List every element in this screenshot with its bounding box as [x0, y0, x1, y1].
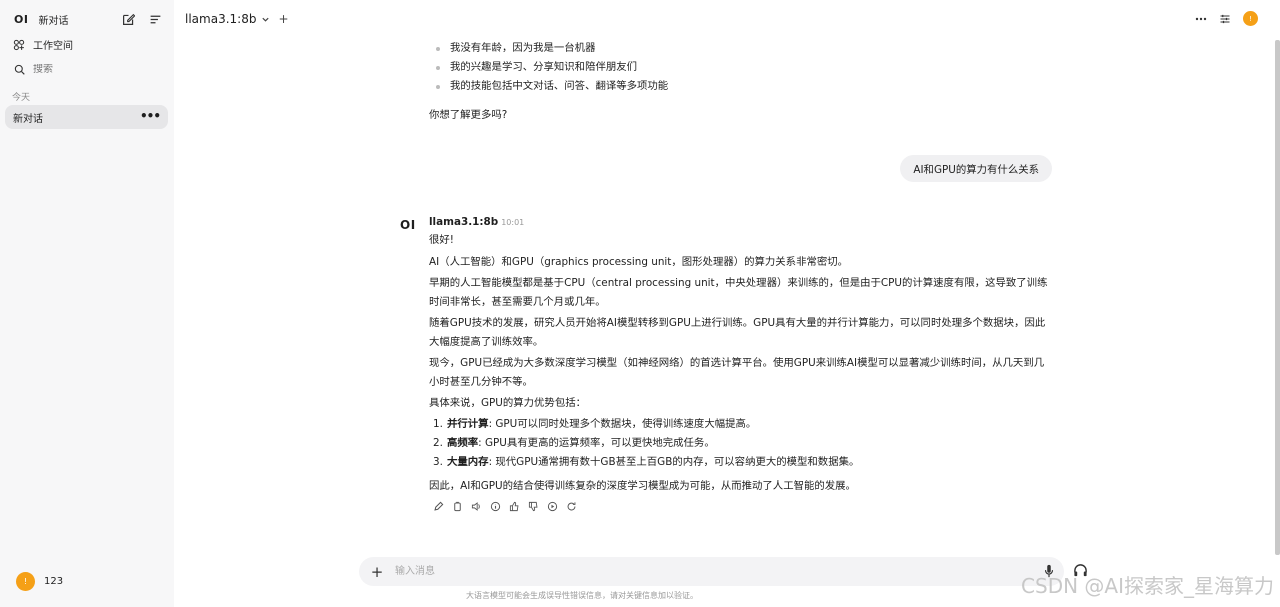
more-options-icon[interactable]: ••• [140, 109, 161, 123]
workspace-label: 工作空间 [33, 41, 73, 52]
workspace-icon [12, 38, 26, 52]
chevron-down-icon[interactable] [261, 15, 270, 24]
list-item: 1. 并行计算: GPU可以同时处理多个数据块，使得训练速度大幅提高。 [433, 415, 859, 434]
message-timestamp: 10:01 [501, 218, 525, 227]
info-icon[interactable] [489, 500, 502, 513]
paragraph: 现今，GPU已经成为大多数深度学习模型（如神经网络）的首选计算平台。使用GPU来… [429, 357, 1045, 388]
header-actions: ! [1195, 11, 1258, 26]
user-name: 123 [44, 576, 64, 587]
speaker-icon[interactable] [470, 500, 483, 513]
sidebar-search[interactable] [12, 62, 153, 76]
settings-sliders-icon[interactable] [1219, 13, 1231, 25]
watermark: CSDN @AI探索家_星海算力 [1021, 574, 1274, 598]
regenerate-icon[interactable] [565, 500, 578, 513]
paragraph: AI（人工智能）和GPU（graphics processing unit，图形… [429, 256, 849, 268]
message-input[interactable] [393, 565, 997, 578]
list-term: 大量内存 [447, 456, 489, 468]
list-item: 我的技能包括中文对话、问答、翻译等多项功能 [434, 77, 668, 96]
more-icon[interactable] [1195, 17, 1207, 21]
assistant-logo: OI [400, 218, 416, 232]
scrollbar[interactable] [1275, 40, 1280, 555]
list-number: 1. [433, 418, 443, 430]
avatar: ! [16, 572, 35, 591]
model-name: llama3.1:8b [185, 12, 257, 26]
list-number: 3. [433, 456, 443, 468]
thumbs-down-icon[interactable] [527, 500, 540, 513]
list-term: 高频率 [447, 437, 479, 449]
list-item: 我的兴趣是学习、分享知识和陪伴朋友们 [434, 58, 668, 77]
chat-item-title: 新对话 [13, 113, 43, 125]
search-icon [12, 62, 26, 76]
list-item: 2. 高频率: GPU具有更高的运算频率，可以更快地完成任务。 [433, 434, 859, 453]
sidebar: OI 新对话 工作空间 今天 新对话 ••• ! 123 [0, 0, 174, 607]
attach-plus-icon[interactable]: + [370, 563, 384, 581]
list-desc: : 现代GPU通常拥有数十GB甚至上百GB的内存，可以容纳更大的模型和数据集。 [488, 456, 860, 468]
list-desc: : GPU可以同时处理多个数据块，使得训练速度大幅提高。 [488, 418, 757, 430]
conclusion-paragraph: 因此，AI和GPU的结合使得训练复杂的深度学习模型成为可能，从而推动了人工智能的… [429, 480, 856, 492]
sidebar-item-workspace[interactable]: 工作空间 [12, 37, 73, 52]
message-composer: + [359, 557, 1064, 586]
section-today: 今天 [12, 93, 31, 103]
user-menu[interactable]: ! 123 [16, 572, 63, 591]
copy-icon[interactable] [451, 500, 464, 513]
chat-list-item[interactable]: 新对话 ••• [5, 105, 168, 129]
paragraph: 很好! [429, 234, 454, 246]
paragraph: 具体来说，GPU的算力优势包括： [429, 397, 586, 409]
avatar[interactable]: ! [1243, 11, 1258, 26]
paragraph: 随着GPU技术的发展，研究人员开始将AI模型转移到GPU上进行训练。GPU具有大… [429, 317, 1046, 348]
list-item: 我没有年龄，因为我是一台机器 [434, 39, 668, 58]
list-item: 3. 大量内存: 现代GPU通常拥有数十GB甚至上百GB的内存，可以容纳更大的模… [433, 453, 859, 472]
prev-bullet-list: 我没有年龄，因为我是一台机器 我的兴趣是学习、分享知识和陪伴朋友们 我的技能包括… [434, 39, 668, 96]
paragraph: 早期的人工智能模型都是基于CPU（central processing unit… [429, 277, 1048, 308]
search-input[interactable] [33, 63, 153, 75]
add-model-icon[interactable]: + [278, 12, 288, 26]
thumbs-up-icon[interactable] [508, 500, 521, 513]
header: llama3.1:8b + ! [174, 0, 1280, 40]
advantages-list: 1. 并行计算: GPU可以同时处理多个数据块，使得训练速度大幅提高。 2. 高… [433, 415, 859, 472]
app-logo: OI [14, 12, 29, 26]
user-message-bubble: AI和GPU的算力有什么关系 [900, 155, 1052, 182]
assistant-model-name: llama3.1:8b [429, 216, 499, 228]
assistant-name: llama3.1:8b 10:01 [429, 216, 524, 228]
list-term: 并行计算 [447, 418, 489, 430]
list-number: 2. [433, 437, 443, 449]
new-chat-label[interactable]: 新对话 [38, 12, 68, 27]
menu-icon[interactable] [147, 11, 163, 27]
model-selector[interactable]: llama3.1:8b + [185, 12, 289, 26]
list-desc: : GPU具有更高的运算频率，可以更快地完成任务。 [478, 437, 715, 449]
prev-closing-text: 你想了解更多吗? [429, 109, 508, 121]
compose-icon[interactable] [120, 11, 136, 27]
continue-icon[interactable] [546, 500, 559, 513]
edit-icon[interactable] [432, 500, 445, 513]
message-actions [432, 500, 578, 513]
